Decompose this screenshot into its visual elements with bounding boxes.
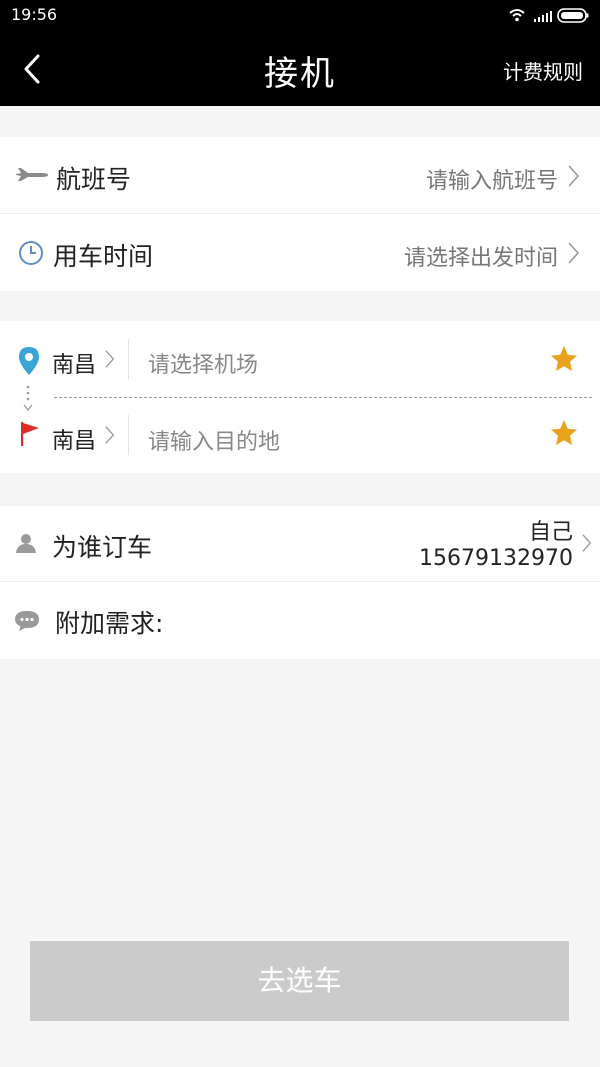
choose-car-button[interactable]: 去选车 [30, 941, 569, 1021]
dropoff-location-row: 南昌 请输入目的地 [0, 397, 600, 473]
pickup-location-row: 南昌 请选择机场 [0, 321, 600, 397]
chevron-right-icon [105, 426, 115, 444]
booking-info-card: 为谁订车 自己 15679132970 附加需求: [0, 506, 600, 659]
route-card: 南昌 请选择机场 南昌 请输入目的地 [0, 321, 600, 473]
location-pin-icon [19, 347, 39, 375]
flag-icon [21, 422, 39, 446]
flight-number-label: 航班号 [56, 165, 132, 194]
extra-requirements-label: 附加需求: [55, 609, 164, 638]
vertical-separator [128, 415, 129, 455]
booker-name: 自己 [528, 520, 573, 545]
pickup-time-row[interactable]: 用车时间 请选择出发时间 [0, 214, 600, 291]
system-status-icons [509, 8, 589, 23]
destination-input[interactable]: 请输入目的地 [148, 424, 280, 456]
chevron-right-icon [582, 534, 592, 552]
booker-label: 为谁订车 [52, 533, 153, 562]
battery-icon [557, 8, 589, 23]
flight-time-card: 航班号 请输入航班号 用车时间 请选择出发时间 [0, 137, 600, 291]
chat-bubble-icon [15, 611, 39, 631]
chevron-right-icon [105, 350, 115, 368]
status-time: 19:56 [11, 5, 58, 24]
pickup-city[interactable]: 南昌 [52, 347, 96, 379]
person-icon [16, 534, 36, 553]
fare-rules-button[interactable]: 计费规则 [503, 56, 583, 85]
pickup-time-placeholder: 请选择出发时间 [403, 246, 558, 271]
airplane-icon [16, 168, 48, 181]
star-icon[interactable] [550, 345, 578, 373]
vertical-separator [128, 339, 129, 379]
star-icon[interactable] [550, 419, 578, 447]
chevron-right-icon [568, 242, 580, 264]
pickup-time-label: 用车时间 [53, 242, 154, 271]
nav-bar: 接机 计费规则 [0, 32, 600, 106]
signal-icon [534, 11, 552, 22]
wifi-icon [509, 9, 525, 17]
dropoff-city[interactable]: 南昌 [52, 423, 96, 455]
chevron-right-icon [568, 165, 580, 187]
status-bar: 19:56 [0, 0, 600, 32]
flight-number-placeholder: 请输入航班号 [425, 169, 558, 194]
clock-icon [19, 241, 43, 265]
flight-number-row[interactable]: 航班号 请输入航班号 [0, 137, 600, 214]
pickup-airport-input[interactable]: 请选择机场 [148, 347, 258, 379]
booker-row[interactable]: 为谁订车 自己 15679132970 [0, 506, 600, 582]
booker-phone: 15679132970 [419, 546, 573, 571]
extra-requirements-row[interactable]: 附加需求: [0, 582, 600, 659]
